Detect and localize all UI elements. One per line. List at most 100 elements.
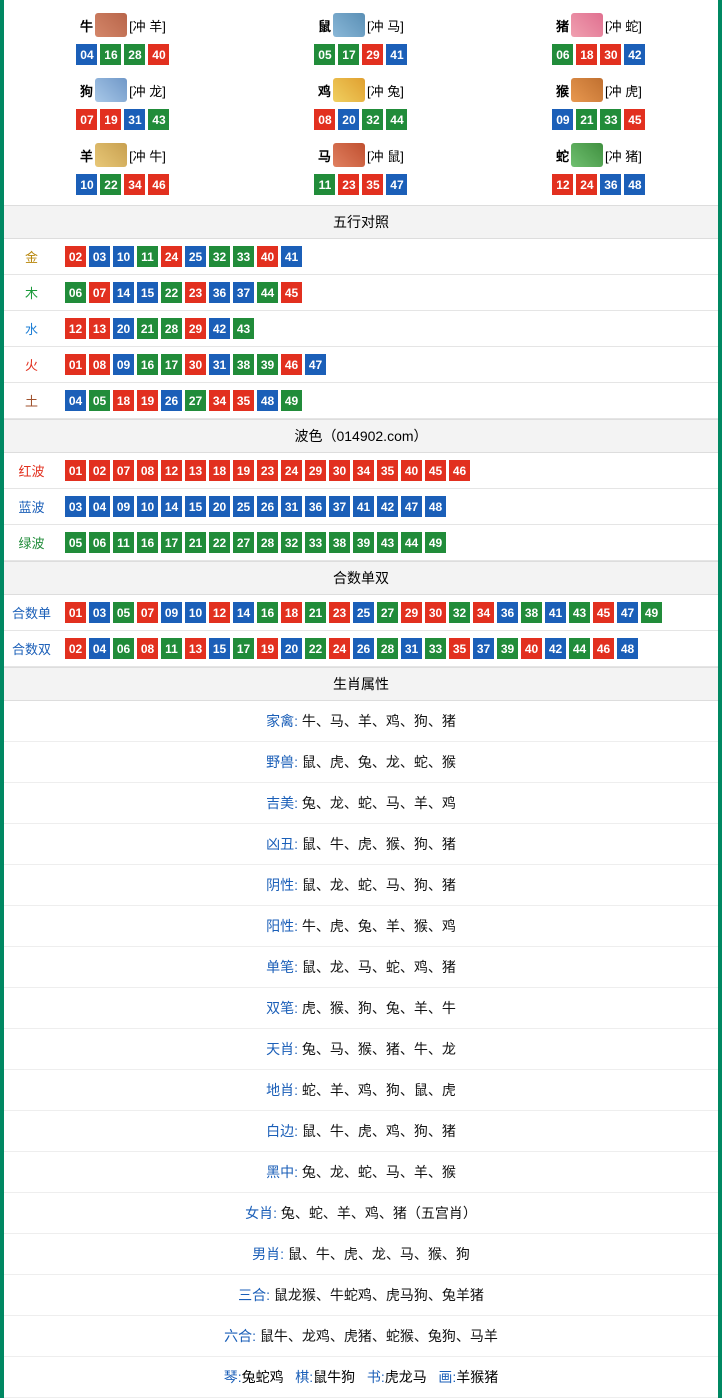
- zodiac-name: 蛇: [556, 146, 569, 165]
- zodiac-numbers: 12243648: [480, 174, 718, 195]
- number-ball: 06: [65, 282, 86, 303]
- attr-row: 白边: 鼠、牛、虎、鸡、狗、猪: [4, 1111, 718, 1152]
- number-ball: 24: [281, 460, 302, 481]
- zodiac-clash: [冲 鼠]: [367, 146, 404, 165]
- zodiac-title: 鼠 [冲 马]: [242, 10, 480, 40]
- attr-val: 兔、龙、蛇、马、羊、猴: [302, 1164, 456, 1180]
- attr-row: 阴性: 鼠、龙、蛇、马、狗、猪: [4, 865, 718, 906]
- attr-row: 双笔: 虎、猴、狗、兔、羊、牛: [4, 988, 718, 1029]
- number-ball: 25: [353, 602, 374, 623]
- row-label: 绿波: [4, 525, 59, 560]
- number-ball: 49: [641, 602, 662, 623]
- attr-key: 单笔:: [266, 959, 302, 975]
- number-ball: 12: [161, 460, 182, 481]
- number-ball: 09: [552, 109, 573, 130]
- number-ball: 24: [576, 174, 597, 195]
- zodiac-cell: 牛 [冲 羊] 04162840: [4, 5, 242, 70]
- number-ball: 35: [233, 390, 254, 411]
- number-ball: 17: [161, 532, 182, 553]
- footer-hua-key: 画:: [438, 1369, 456, 1385]
- row-label: 木: [4, 275, 59, 310]
- number-ball: 48: [617, 638, 638, 659]
- row-numbers: 0204060811131517192022242628313335373940…: [59, 632, 718, 665]
- table-row: 金 02031011242532334041: [4, 239, 718, 275]
- number-ball: 05: [113, 602, 134, 623]
- attr-key: 野兽:: [266, 754, 302, 770]
- wuxing-table: 金 02031011242532334041 木 060714152223363…: [4, 239, 718, 419]
- table-row: 蓝波 03040910141520252631363741424748: [4, 489, 718, 525]
- number-ball: 29: [401, 602, 422, 623]
- number-ball: 10: [76, 174, 97, 195]
- number-ball: 02: [89, 460, 110, 481]
- number-ball: 18: [576, 44, 597, 65]
- number-ball: 17: [338, 44, 359, 65]
- zodiac-clash: [冲 龙]: [129, 81, 166, 100]
- number-ball: 24: [161, 246, 182, 267]
- number-ball: 33: [425, 638, 446, 659]
- table-row: 木 06071415222336374445: [4, 275, 718, 311]
- zodiac-name: 羊: [80, 146, 93, 165]
- section-header-shuxing: 生肖属性: [4, 667, 718, 701]
- zodiac-numbers: 08203244: [242, 109, 480, 130]
- attr-key: 凶丑:: [266, 836, 302, 852]
- number-ball: 24: [329, 638, 350, 659]
- row-label: 土: [4, 383, 59, 418]
- number-ball: 44: [257, 282, 278, 303]
- zodiac-title: 羊 [冲 牛]: [4, 140, 242, 170]
- number-ball: 44: [401, 532, 422, 553]
- zodiac-clash: [冲 猪]: [605, 146, 642, 165]
- footer-qi-key: 棋:: [295, 1369, 313, 1385]
- number-ball: 08: [137, 638, 158, 659]
- row-label: 火: [4, 347, 59, 382]
- number-ball: 47: [386, 174, 407, 195]
- zodiac-cell: 狗 [冲 龙] 07193143: [4, 70, 242, 135]
- table-row: 火 0108091617303138394647: [4, 347, 718, 383]
- attr-val: 牛、马、羊、鸡、狗、猪: [302, 713, 456, 729]
- number-ball: 44: [569, 638, 590, 659]
- number-ball: 42: [545, 638, 566, 659]
- attr-val: 鼠、牛、虎、鸡、狗、猪: [302, 1123, 456, 1139]
- number-ball: 20: [338, 109, 359, 130]
- zodiac-icon: [571, 78, 603, 102]
- attr-val: 鼠、牛、虎、龙、马、猴、狗: [288, 1246, 470, 1262]
- number-ball: 28: [377, 638, 398, 659]
- number-ball: 32: [362, 109, 383, 130]
- number-ball: 38: [233, 354, 254, 375]
- number-ball: 35: [362, 174, 383, 195]
- number-ball: 46: [148, 174, 169, 195]
- attr-row: 单笔: 鼠、龙、马、蛇、鸡、猪: [4, 947, 718, 988]
- number-ball: 21: [185, 532, 206, 553]
- zodiac-title: 鸡 [冲 兔]: [242, 75, 480, 105]
- attr-val: 兔、蛇、羊、鸡、猪（五宫肖）: [281, 1205, 477, 1221]
- number-ball: 31: [124, 109, 145, 130]
- number-ball: 34: [124, 174, 145, 195]
- table-row: 合数双 020406081113151719202224262831333537…: [4, 631, 718, 667]
- attr-row: 地肖: 蛇、羊、鸡、狗、鼠、虎: [4, 1070, 718, 1111]
- number-ball: 36: [209, 282, 230, 303]
- number-ball: 47: [617, 602, 638, 623]
- number-ball: 39: [353, 532, 374, 553]
- number-ball: 26: [257, 496, 278, 517]
- row-label: 水: [4, 311, 59, 346]
- footer-row: 琴:兔蛇鸡 棋:鼠牛狗 书:虎龙马 画:羊猴猪: [4, 1357, 718, 1398]
- zodiac-name: 猴: [556, 81, 569, 100]
- number-ball: 43: [569, 602, 590, 623]
- number-ball: 06: [89, 532, 110, 553]
- number-ball: 16: [137, 532, 158, 553]
- number-ball: 17: [161, 354, 182, 375]
- number-ball: 42: [377, 496, 398, 517]
- number-ball: 29: [362, 44, 383, 65]
- number-ball: 34: [209, 390, 230, 411]
- zodiac-cell: 猴 [冲 虎] 09213345: [480, 70, 718, 135]
- number-ball: 07: [76, 109, 97, 130]
- number-ball: 15: [185, 496, 206, 517]
- number-ball: 41: [386, 44, 407, 65]
- zodiac-cell: 羊 [冲 牛] 10223446: [4, 135, 242, 200]
- zodiac-name: 牛: [80, 16, 93, 35]
- table-row: 合数单 010305070910121416182123252729303234…: [4, 595, 718, 631]
- zodiac-icon: [333, 13, 365, 37]
- attr-key: 双笔:: [266, 1000, 302, 1016]
- number-ball: 12: [65, 318, 86, 339]
- number-ball: 18: [281, 602, 302, 623]
- number-ball: 27: [185, 390, 206, 411]
